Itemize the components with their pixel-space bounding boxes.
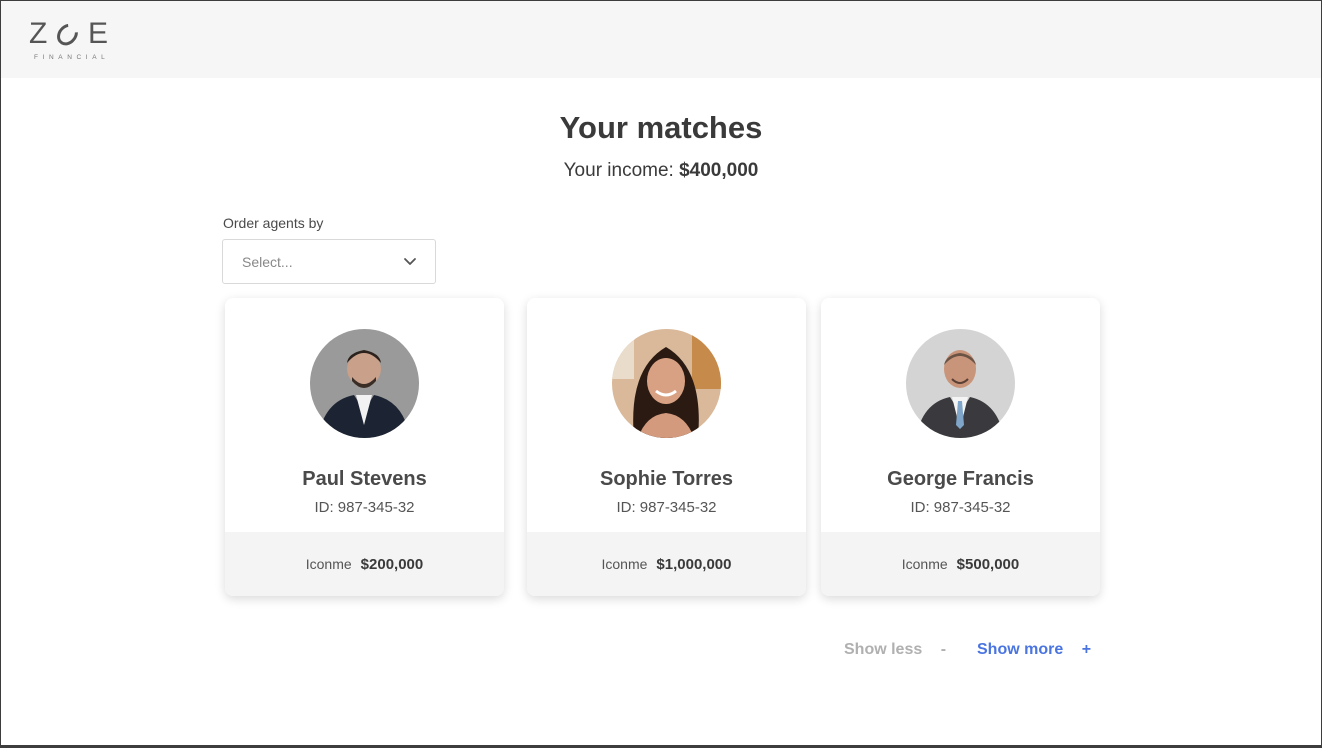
agent-name: Paul Stevens xyxy=(302,468,427,490)
agent-income-value: $500,000 xyxy=(956,555,1020,573)
show-less-button[interactable]: Show less - xyxy=(844,641,946,659)
agent-avatar xyxy=(906,329,1015,438)
zoe-financial-logo[interactable]: ZE FINANCIAL xyxy=(29,19,119,65)
show-more-button[interactable]: Show more + xyxy=(977,641,1091,659)
agent-id: ID: 987-345-32 xyxy=(314,499,415,516)
agent-income-row: Iconme $1,000,000 xyxy=(527,532,806,596)
top-bar: ZE FINANCIAL xyxy=(1,1,1321,78)
agent-income-row: Iconme $500,000 xyxy=(821,532,1100,596)
agent-income-value: $200,000 xyxy=(360,555,424,573)
agent-id: ID: 987-345-32 xyxy=(910,499,1011,516)
agent-avatar xyxy=(310,329,419,438)
agent-id: ID: 987-345-32 xyxy=(616,499,717,516)
agent-name: George Francis xyxy=(887,468,1034,490)
show-less-label: Show less xyxy=(844,641,923,658)
agent-income-label: Iconme xyxy=(601,556,648,572)
user-income: Your income: $400,000 xyxy=(0,160,1322,182)
agent-income-row: Iconme $200,000 xyxy=(225,532,504,596)
select-placeholder: Select... xyxy=(242,253,293,270)
agent-income-value: $1,000,000 xyxy=(656,555,732,573)
agent-card[interactable]: George Francis ID: 987-345-32 Iconme $50… xyxy=(821,298,1100,596)
page-title: Your matches xyxy=(559,110,763,145)
agent-avatar xyxy=(612,329,721,438)
agent-card[interactable]: Sophie Torres ID: 987-345-32 Iconme $1,0… xyxy=(527,298,806,596)
order-agents-label: Order agents by xyxy=(223,215,324,231)
minus-icon: - xyxy=(940,641,947,658)
agent-name: Sophie Torres xyxy=(600,468,733,490)
show-more-label: Show more xyxy=(977,641,1064,658)
agent-income-label: Iconme xyxy=(901,556,948,572)
agent-income-label: Iconme xyxy=(305,556,352,572)
order-agents-select[interactable]: Select... xyxy=(222,239,436,284)
user-income-value: $400,000 xyxy=(679,160,759,181)
agent-card[interactable]: Paul Stevens ID: 987-345-32 Iconme $200,… xyxy=(225,298,504,596)
plus-icon: + xyxy=(1081,641,1092,658)
chevron-down-icon xyxy=(404,258,416,265)
logo-subtitle: FINANCIAL xyxy=(34,54,110,61)
user-income-label: Your income: xyxy=(563,160,674,181)
